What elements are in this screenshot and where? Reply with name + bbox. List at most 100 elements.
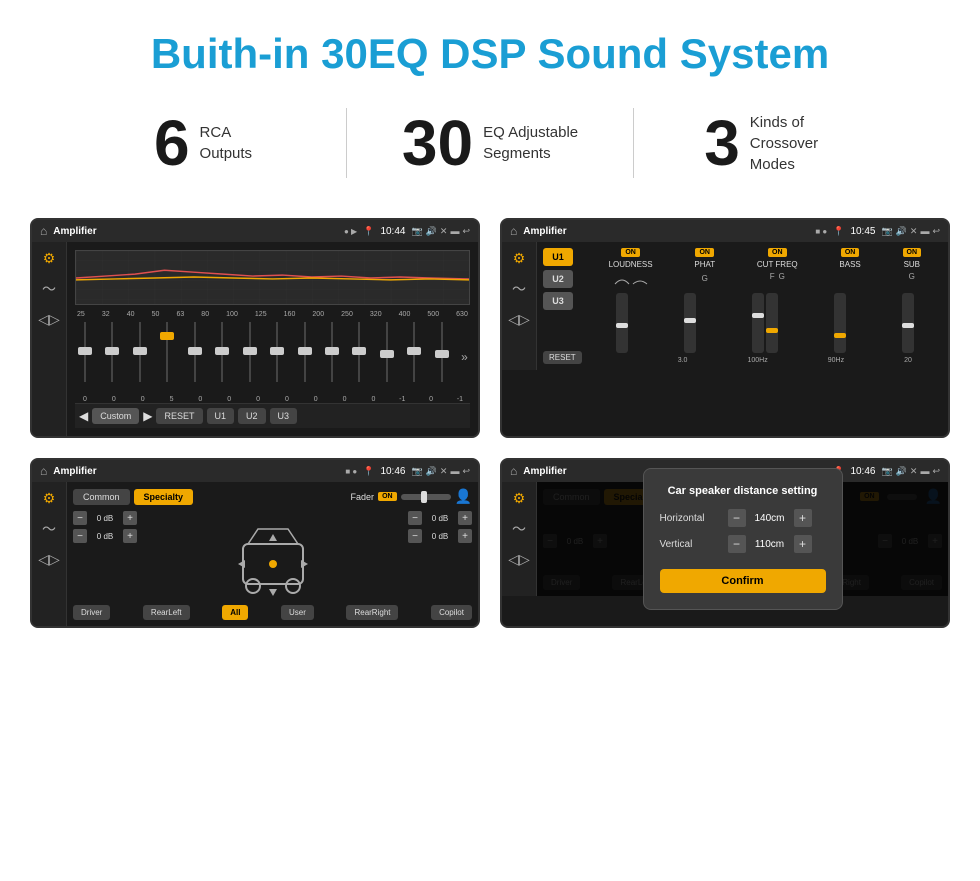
horizontal-minus[interactable]: − xyxy=(728,509,746,527)
cross-reset-btn[interactable]: RESET xyxy=(543,351,582,364)
eq-wave-icon[interactable]: 〜 xyxy=(42,279,56,299)
db-minus-4[interactable]: − xyxy=(408,529,422,543)
home-icon-1[interactable]: ⌂ xyxy=(40,224,47,238)
eq-slider-6[interactable] xyxy=(214,322,230,392)
slider-loudness[interactable] xyxy=(616,293,628,353)
slider-cutfreq-g[interactable] xyxy=(766,293,778,353)
driver-btn[interactable]: Driver xyxy=(73,605,110,620)
slider-bass[interactable] xyxy=(834,293,846,353)
status-bar-1: ⌂ Amplifier ● ▶ 📍 10:44 📷 🔊 ✕ ▬ ↩ xyxy=(32,220,478,242)
freq-40: 40 xyxy=(127,311,135,318)
on-phat[interactable]: ON xyxy=(695,248,714,257)
u2-preset[interactable]: U2 xyxy=(543,270,573,288)
eq-slider-13[interactable] xyxy=(406,322,422,392)
u2-btn[interactable]: U2 xyxy=(238,408,266,424)
eq-slider-3[interactable] xyxy=(132,322,148,392)
back-icon-2[interactable]: ↩ xyxy=(932,226,940,237)
db-plus-2[interactable]: + xyxy=(123,529,137,543)
cross-inner: U1 U2 U3 RESET ON LOUDNESS xyxy=(537,242,948,370)
eq-content: ⚙ 〜 ◁▷ xyxy=(32,242,478,436)
cross-speaker-icon[interactable]: ◁▷ xyxy=(508,311,530,328)
eq-slider-2[interactable] xyxy=(104,322,120,392)
db-plus-1[interactable]: + xyxy=(123,511,137,525)
cross-filter-icon[interactable]: ⚙ xyxy=(513,250,526,267)
eq-slider-10[interactable] xyxy=(324,322,340,392)
s3-wave-icon[interactable]: 〜 xyxy=(42,519,56,539)
confirm-button[interactable]: Confirm xyxy=(660,569,826,593)
specialty-tab[interactable]: Specialty xyxy=(134,489,194,505)
s4-wave-icon[interactable]: 〜 xyxy=(512,519,526,539)
slider-cutfreq-f[interactable] xyxy=(752,293,764,353)
eq-speaker-icon[interactable]: ◁▷ xyxy=(38,311,60,328)
fader-slider[interactable] xyxy=(401,494,451,500)
slider-sub[interactable] xyxy=(902,293,914,353)
vertical-plus[interactable]: + xyxy=(794,535,812,553)
vertical-minus[interactable]: − xyxy=(728,535,746,553)
u3-btn[interactable]: U3 xyxy=(270,408,298,424)
u1-btn[interactable]: U1 xyxy=(207,408,235,424)
close-icon-2[interactable]: ✕ xyxy=(910,226,918,237)
minimize-icon-2[interactable]: ▬ xyxy=(920,226,929,237)
next-arrow[interactable]: ▶ xyxy=(143,409,152,423)
close-icon-3[interactable]: ✕ xyxy=(440,466,448,477)
fader-label: Fader xyxy=(351,492,375,502)
close-icon-4[interactable]: ✕ xyxy=(910,466,918,477)
eq-filter-icon[interactable]: ⚙ xyxy=(43,250,56,267)
horizontal-plus[interactable]: + xyxy=(794,509,812,527)
s3-filter-icon[interactable]: ⚙ xyxy=(43,490,56,507)
prev-arrow[interactable]: ◀ xyxy=(79,409,88,423)
eq-slider-11[interactable] xyxy=(351,322,367,392)
eq-slider-8[interactable] xyxy=(269,322,285,392)
s4-speaker-icon[interactable]: ◁▷ xyxy=(508,551,530,568)
freq-400: 400 xyxy=(399,311,411,318)
home-icon-2[interactable]: ⌂ xyxy=(510,224,517,238)
slider-phat[interactable] xyxy=(684,293,696,353)
eq-slider-1[interactable] xyxy=(77,322,93,392)
back-icon-3[interactable]: ↩ xyxy=(462,466,470,477)
u3-preset[interactable]: U3 xyxy=(543,292,573,310)
all-btn[interactable]: All xyxy=(222,605,248,620)
cross-wave-icon[interactable]: 〜 xyxy=(512,279,526,299)
close-icon-1[interactable]: ✕ xyxy=(440,226,448,237)
db-minus-2[interactable]: − xyxy=(73,529,87,543)
minimize-icon-1[interactable]: ▬ xyxy=(450,226,459,237)
u1-preset[interactable]: U1 xyxy=(543,248,573,266)
db-minus-1[interactable]: − xyxy=(73,511,87,525)
minimize-icon-3[interactable]: ▬ xyxy=(450,466,459,477)
minimize-icon-4[interactable]: ▬ xyxy=(920,466,929,477)
common-tab[interactable]: Common xyxy=(73,489,130,505)
db-minus-3[interactable]: − xyxy=(408,511,422,525)
custom-btn[interactable]: Custom xyxy=(92,408,139,424)
eq-slider-7[interactable] xyxy=(242,322,258,392)
s4-filter-icon[interactable]: ⚙ xyxy=(513,490,526,507)
user-icon[interactable]: 👤 xyxy=(455,488,472,505)
s3-speaker-icon[interactable]: ◁▷ xyxy=(38,551,60,568)
rear-right-btn[interactable]: RearRight xyxy=(346,605,398,620)
cutfreq-fg: F G xyxy=(770,272,785,281)
home-icon-4[interactable]: ⌂ xyxy=(510,464,517,478)
on-cutfreq[interactable]: ON xyxy=(768,248,787,257)
curve2 xyxy=(632,274,648,286)
on-badge-fader[interactable]: ON xyxy=(378,492,397,501)
db-plus-3[interactable]: + xyxy=(458,511,472,525)
rear-left-btn[interactable]: RearLeft xyxy=(143,605,190,620)
col-sub: ON SUB G xyxy=(903,248,922,286)
user-btn[interactable]: User xyxy=(281,605,314,620)
eq-slider-12[interactable] xyxy=(379,322,395,392)
more-icon[interactable]: » xyxy=(461,350,468,364)
on-loudness[interactable]: ON xyxy=(621,248,640,257)
on-sub[interactable]: ON xyxy=(903,248,922,257)
back-icon-4[interactable]: ↩ xyxy=(932,466,940,477)
reset-btn-1[interactable]: RESET xyxy=(156,408,202,424)
eq-slider-5[interactable] xyxy=(187,322,203,392)
eq-slider-14[interactable] xyxy=(434,322,450,392)
on-bass[interactable]: ON xyxy=(841,248,860,257)
stats-row: 6 RCA Outputs 30 EQ Adjustable Segments … xyxy=(0,98,980,208)
eq-slider-9[interactable] xyxy=(297,322,313,392)
db-plus-4[interactable]: + xyxy=(458,529,472,543)
home-icon-3[interactable]: ⌂ xyxy=(40,464,47,478)
back-icon-1[interactable]: ↩ xyxy=(462,226,470,237)
eq-slider-4[interactable] xyxy=(159,322,175,392)
copilot-btn[interactable]: Copilot xyxy=(431,605,472,620)
val-10: 0 xyxy=(337,396,353,403)
